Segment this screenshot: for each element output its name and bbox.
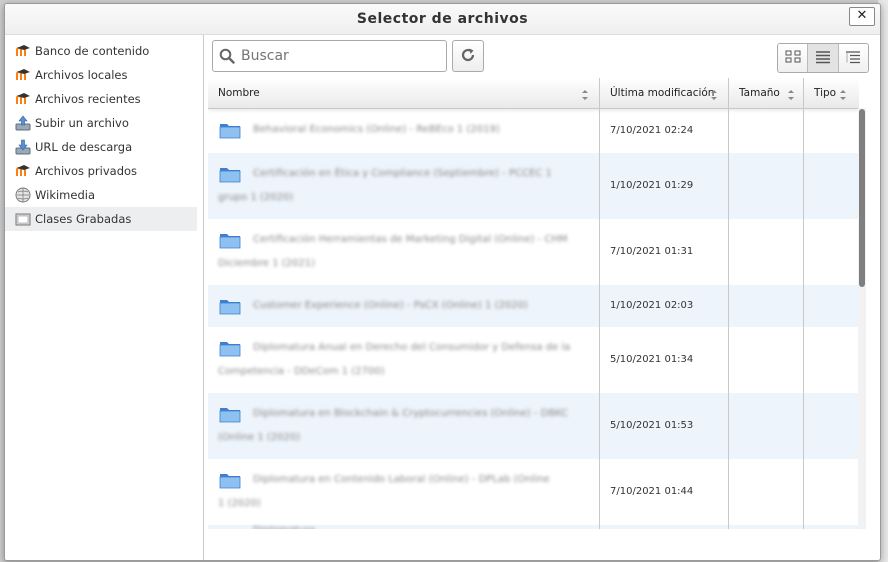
column-divider <box>728 78 729 529</box>
folder-repo-icon <box>15 211 31 227</box>
sidebar-item-label: Banco de contenido <box>35 44 150 58</box>
folder-icon <box>219 234 241 249</box>
file-name: Customer Experience (Online) - PsCX (Onl… <box>253 300 528 311</box>
sidebar-item-clases-grabadas[interactable]: Clases Grabadas <box>5 207 197 231</box>
sidebar-item-url-descarga[interactable]: URL de descarga <box>5 135 197 159</box>
folder-icon <box>219 300 241 315</box>
search-icon <box>219 48 235 67</box>
sidebar-item-label: Subir un archivo <box>35 116 129 130</box>
table-row[interactable]: Diplomatura Anual en Derecho del Consumi… <box>208 327 859 393</box>
view-list-button[interactable] <box>807 44 838 72</box>
table-body: Behavioral Economics (Online) - ReBEco 1… <box>208 109 859 529</box>
table-row[interactable]: Diplomatura <box>208 525 859 529</box>
file-modified: 1/10/2021 01:29 <box>610 180 694 191</box>
sort-icon <box>582 90 588 100</box>
sidebar-item-archivos-locales[interactable]: Archivos locales <box>5 63 197 87</box>
search-box <box>212 40 447 72</box>
refresh-button[interactable] <box>452 40 484 72</box>
folder-icon <box>219 408 241 423</box>
file-name: Behavioral Economics (Online) - ReBEco 1… <box>253 124 500 135</box>
table-header: Nombre Última modificación Tamaño Tipo <box>208 78 859 109</box>
sidebar-item-banco-contenido[interactable]: Banco de contenido <box>5 39 197 63</box>
dialog-titlebar: Selector de archivos ✕ <box>5 4 880 35</box>
sidebar-item-wikimedia[interactable]: Wikimedia <box>5 183 197 207</box>
sidebar-item-label: Clases Grabadas <box>35 212 132 226</box>
scrollbar-thumb[interactable] <box>859 109 865 287</box>
moodle-icon <box>15 67 31 83</box>
sidebar-item-archivos-recientes[interactable]: Archivos recientes <box>5 87 197 111</box>
folder-icon <box>219 342 241 357</box>
file-modified: 5/10/2021 01:53 <box>610 420 694 431</box>
column-divider <box>803 78 804 529</box>
table-row[interactable]: Diplomatura en Contenido Laboral (Online… <box>208 459 859 525</box>
grid-icon <box>785 50 801 67</box>
file-name-continued: (Online 1 (2020) <box>218 432 301 443</box>
search-input[interactable] <box>239 45 443 67</box>
table-row[interactable]: Behavioral Economics (Online) - ReBEco 1… <box>208 109 859 153</box>
sidebar-item-label: Wikimedia <box>35 188 95 202</box>
file-modified: 7/10/2021 02:24 <box>610 125 694 136</box>
sidebar-item-subir-archivo[interactable]: Subir un archivo <box>5 111 197 135</box>
file-name-continued: Competencia - DDeCom 1 (2700) <box>218 366 385 377</box>
sidebar-item-label: Archivos locales <box>35 68 128 82</box>
file-picker-dialog: Selector de archivos ✕ Banco de contenid… <box>4 3 881 561</box>
file-modified: 7/10/2021 01:44 <box>610 486 694 497</box>
view-switcher <box>777 43 869 73</box>
file-name: Certificación en Ética y Compliance (Sep… <box>253 168 552 179</box>
sort-icon <box>840 90 846 100</box>
file-name-continued: grupo 1 (2020) <box>218 192 294 203</box>
moodle-icon <box>15 163 31 179</box>
moodle-icon <box>15 43 31 59</box>
sidebar-item-label: Archivos recientes <box>35 92 141 106</box>
file-modified: 1/10/2021 02:03 <box>610 300 694 311</box>
file-name-continued: Diciembre 1 (2021) <box>218 258 316 269</box>
table-row[interactable]: Customer Experience (Online) - PsCX (Onl… <box>208 285 859 327</box>
view-icons-button[interactable] <box>778 44 808 72</box>
tree-icon <box>845 50 861 67</box>
file-name: Diplomatura en Contenido Laboral (Online… <box>253 474 550 485</box>
sidebar-item-archivos-privados[interactable]: Archivos privados <box>5 159 197 183</box>
file-name: Diplomatura Anual en Derecho del Consumi… <box>253 342 571 353</box>
file-modified: 5/10/2021 01:34 <box>610 354 694 365</box>
column-header-name[interactable]: Nombre <box>208 78 599 108</box>
sidebar-item-label: Archivos privados <box>35 164 138 178</box>
wikimedia-icon <box>15 187 31 203</box>
upload-icon <box>15 115 31 131</box>
table-row[interactable]: Diplomatura en Blockchain & Cryptocurren… <box>208 393 859 459</box>
file-name-continued: 1 (2020) <box>218 498 261 509</box>
refresh-icon <box>459 46 477 67</box>
file-name: Diplomatura en Blockchain & Cryptocurren… <box>253 408 569 419</box>
sidebar-item-label: URL de descarga <box>35 140 133 154</box>
repository-sidebar: Banco de contenido Archivos locales Arch… <box>5 35 204 560</box>
sort-icon <box>788 90 794 100</box>
folder-icon <box>219 168 241 183</box>
file-name: Diplomatura <box>253 519 315 529</box>
column-header-size[interactable]: Tamaño <box>729 78 803 108</box>
table-row[interactable]: Certificación Herramientas de Marketing … <box>208 219 859 285</box>
folder-icon <box>219 124 241 139</box>
dialog-title: Selector de archivos <box>356 11 529 27</box>
file-browser: Nombre Última modificación Tamaño Tipo <box>204 35 880 560</box>
moodle-icon <box>15 91 31 107</box>
column-header-type[interactable]: Tipo <box>804 78 859 108</box>
file-modified: 7/10/2021 01:31 <box>610 246 694 257</box>
download-url-icon <box>15 139 31 155</box>
table-row[interactable]: Certificación en Ética y Compliance (Sep… <box>208 153 859 219</box>
column-divider <box>599 78 600 529</box>
sort-icon <box>711 90 717 100</box>
files-table: Nombre Última modificación Tamaño Tipo B… <box>208 78 859 529</box>
close-button[interactable]: ✕ <box>849 7 875 26</box>
folder-icon <box>219 474 241 489</box>
column-header-modified[interactable]: Última modificación <box>600 78 728 108</box>
view-tree-button[interactable] <box>837 44 868 72</box>
list-icon <box>815 50 831 67</box>
file-name: Certificación Herramientas de Marketing … <box>253 234 568 245</box>
